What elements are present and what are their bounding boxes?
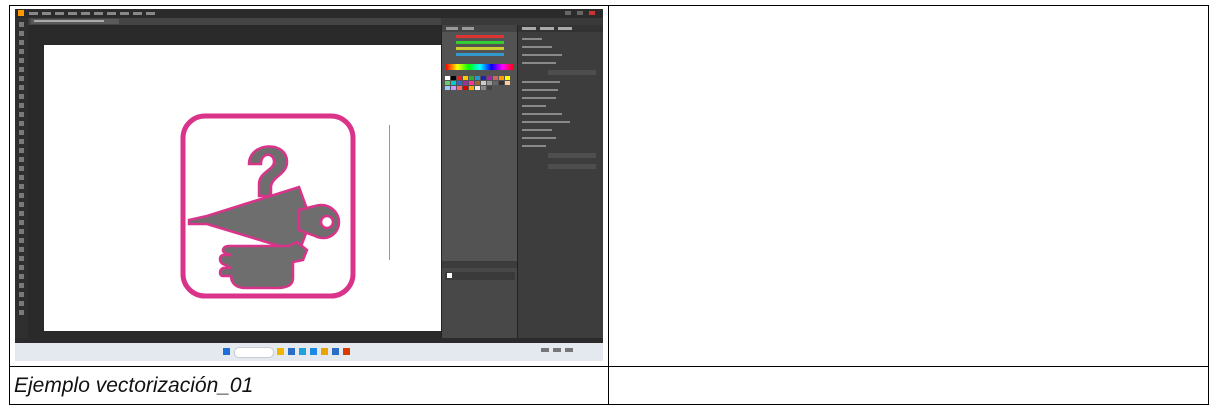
image-caption: Ejemplo vectorización_01 — [9, 366, 609, 405]
tools-panel — [15, 18, 28, 338]
system-tray — [537, 348, 597, 355]
empty-cell-right — [608, 5, 1209, 367]
taskbar-apps — [277, 348, 354, 356]
guide-line — [389, 125, 390, 260]
windows-taskbar — [15, 343, 603, 361]
artboard — [44, 45, 441, 331]
layers-panel — [441, 261, 518, 338]
app-menu-bar — [15, 9, 603, 18]
table-row — [9, 5, 1209, 367]
document-table: Ejemplo vectorización_01 — [9, 5, 1209, 405]
empty-caption-cell — [608, 366, 1209, 405]
menu-items — [29, 11, 159, 16]
windows-start-icon — [223, 348, 230, 355]
document-tab-bar — [29, 18, 441, 25]
document-tab — [31, 19, 119, 24]
screenshot-cell — [9, 5, 609, 367]
pictogram — [180, 113, 356, 299]
window-controls — [559, 11, 599, 15]
table-row: Ejemplo vectorización_01 — [9, 366, 1209, 405]
swatch-grid — [445, 76, 515, 91]
layer-row — [445, 272, 515, 280]
color-spectrum — [446, 64, 514, 70]
properties-panel — [517, 25, 603, 338]
canvas-area — [28, 25, 441, 338]
swatches-panel — [441, 25, 518, 261]
illustrator-screenshot — [15, 9, 603, 361]
app-logo-icon — [18, 10, 24, 16]
taskbar-search — [234, 347, 274, 358]
